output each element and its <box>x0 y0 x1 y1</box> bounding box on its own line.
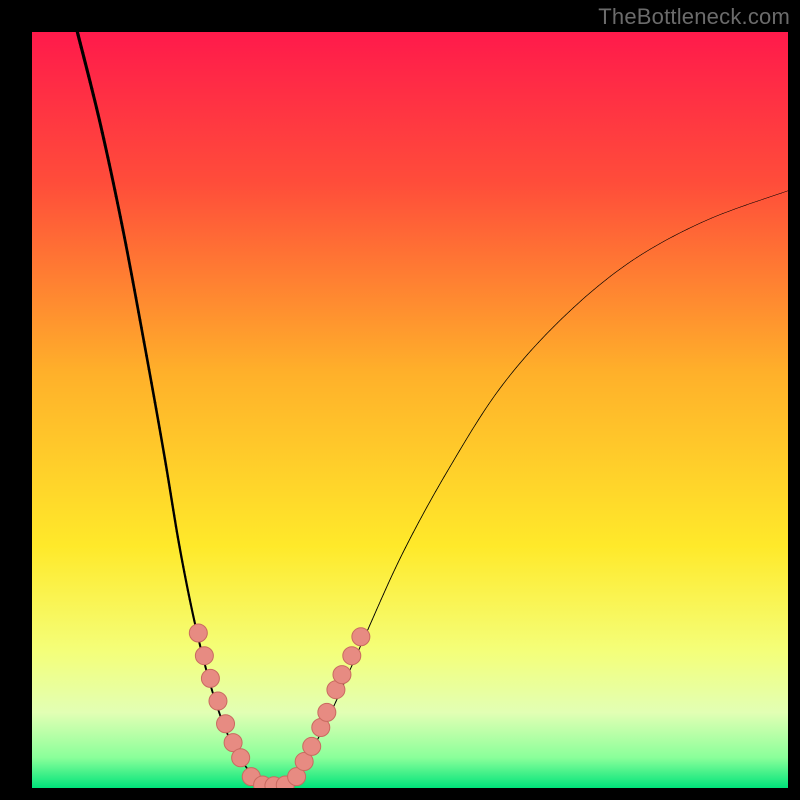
plot-area <box>32 32 788 788</box>
watermark-text: TheBottleneck.com <box>598 4 790 30</box>
data-marker <box>209 692 227 710</box>
data-marker <box>189 624 207 642</box>
data-marker <box>217 715 235 733</box>
chart-svg <box>32 32 788 788</box>
data-marker <box>318 703 336 721</box>
data-marker <box>201 669 219 687</box>
gradient-background <box>32 32 788 788</box>
data-marker <box>352 628 370 646</box>
data-marker <box>195 647 213 665</box>
data-marker <box>343 647 361 665</box>
data-marker <box>232 749 250 767</box>
data-marker <box>333 666 351 684</box>
data-marker <box>303 737 321 755</box>
chart-frame: TheBottleneck.com <box>0 0 800 800</box>
